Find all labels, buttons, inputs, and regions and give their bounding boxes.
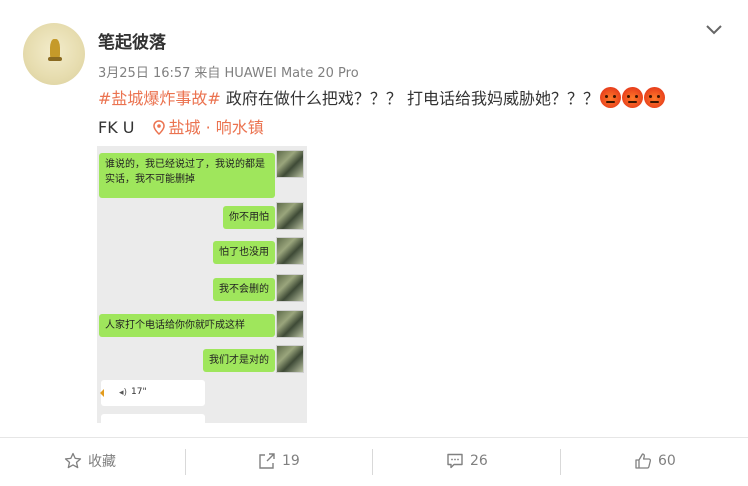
chat-avatar [276,150,304,178]
divider [185,449,186,475]
voice-message [101,414,205,423]
like-count: 60 [658,453,676,469]
divider [560,449,561,475]
angry-emoji-icon [644,87,666,108]
chat-bubble: 我们才是对的 [203,349,275,372]
divider [372,449,373,475]
voice-message: ◂) 17" [100,380,205,406]
post-text-line2: FK U 盐城 · 响水镇 [98,114,264,138]
chat-bubble: 我不会删的 [213,278,275,301]
post-device[interactable]: HUAWEI Mate 20 Pro [224,66,358,81]
chat-bubble: 你不用怕 [223,206,275,229]
comment-icon [447,453,463,469]
chat-avatar [276,274,304,302]
chat-bubble: 谁说的，我已经说过了，我说的都是实话，我不可能删掉 [99,153,275,198]
share-icon [259,453,275,469]
angry-emoji-icon [600,87,622,108]
chat-bubble: 人家打个电话给你你就吓成这样 [99,314,275,337]
thumbs-up-icon [635,453,652,469]
repost-button[interactable]: 19 [258,451,300,471]
chat-avatar [276,310,304,338]
comment-button[interactable]: 26 [446,451,488,471]
location-pin-icon [152,120,165,136]
voice-duration: 17" [131,387,147,397]
topic-link[interactable]: #盐城爆炸事故# [98,89,221,108]
like-button[interactable]: 60 [634,451,676,471]
avatar[interactable] [23,23,85,85]
source-prefix: 来自 [194,66,221,81]
attached-screenshot[interactable]: 谁说的，我已经说过了，我说的都是实话，我不可能删掉 你不用怕 怕了也没用 我不会… [97,146,307,423]
post-body: 政府在做什么把戏？？？ 打电话给我妈威胁她？？？ [220,89,600,108]
favorite-label: 收藏 [88,454,116,470]
post-text: #盐城爆炸事故# 政府在做什么把戏？？？ 打电话给我妈威胁她？？？ [98,86,718,112]
post-body-line2: FK U [98,118,135,137]
chat-avatar [276,345,304,373]
comment-count: 26 [470,453,488,469]
post-meta: 3月25日 16:57 来自 HUAWEI Mate 20 Pro [98,62,359,81]
favorite-button[interactable]: 收藏 [64,451,116,471]
angry-emoji-icon [622,87,644,108]
post-date[interactable]: 3月25日 16:57 [98,66,190,81]
username[interactable]: 笔起彼落 [98,28,166,53]
star-icon [64,452,82,469]
chevron-down-icon[interactable] [704,22,724,38]
chat-bubble: 怕了也没用 [213,241,275,264]
chat-avatar [276,237,304,265]
repost-count: 19 [282,453,300,469]
location-link[interactable]: 盐城 · 响水镇 [152,118,264,137]
chat-avatar [276,202,304,230]
avatar-figure-base [48,57,62,61]
voice-wave-icon: ◂) [119,388,128,398]
location-label: 盐城 · 响水镇 [168,118,264,137]
